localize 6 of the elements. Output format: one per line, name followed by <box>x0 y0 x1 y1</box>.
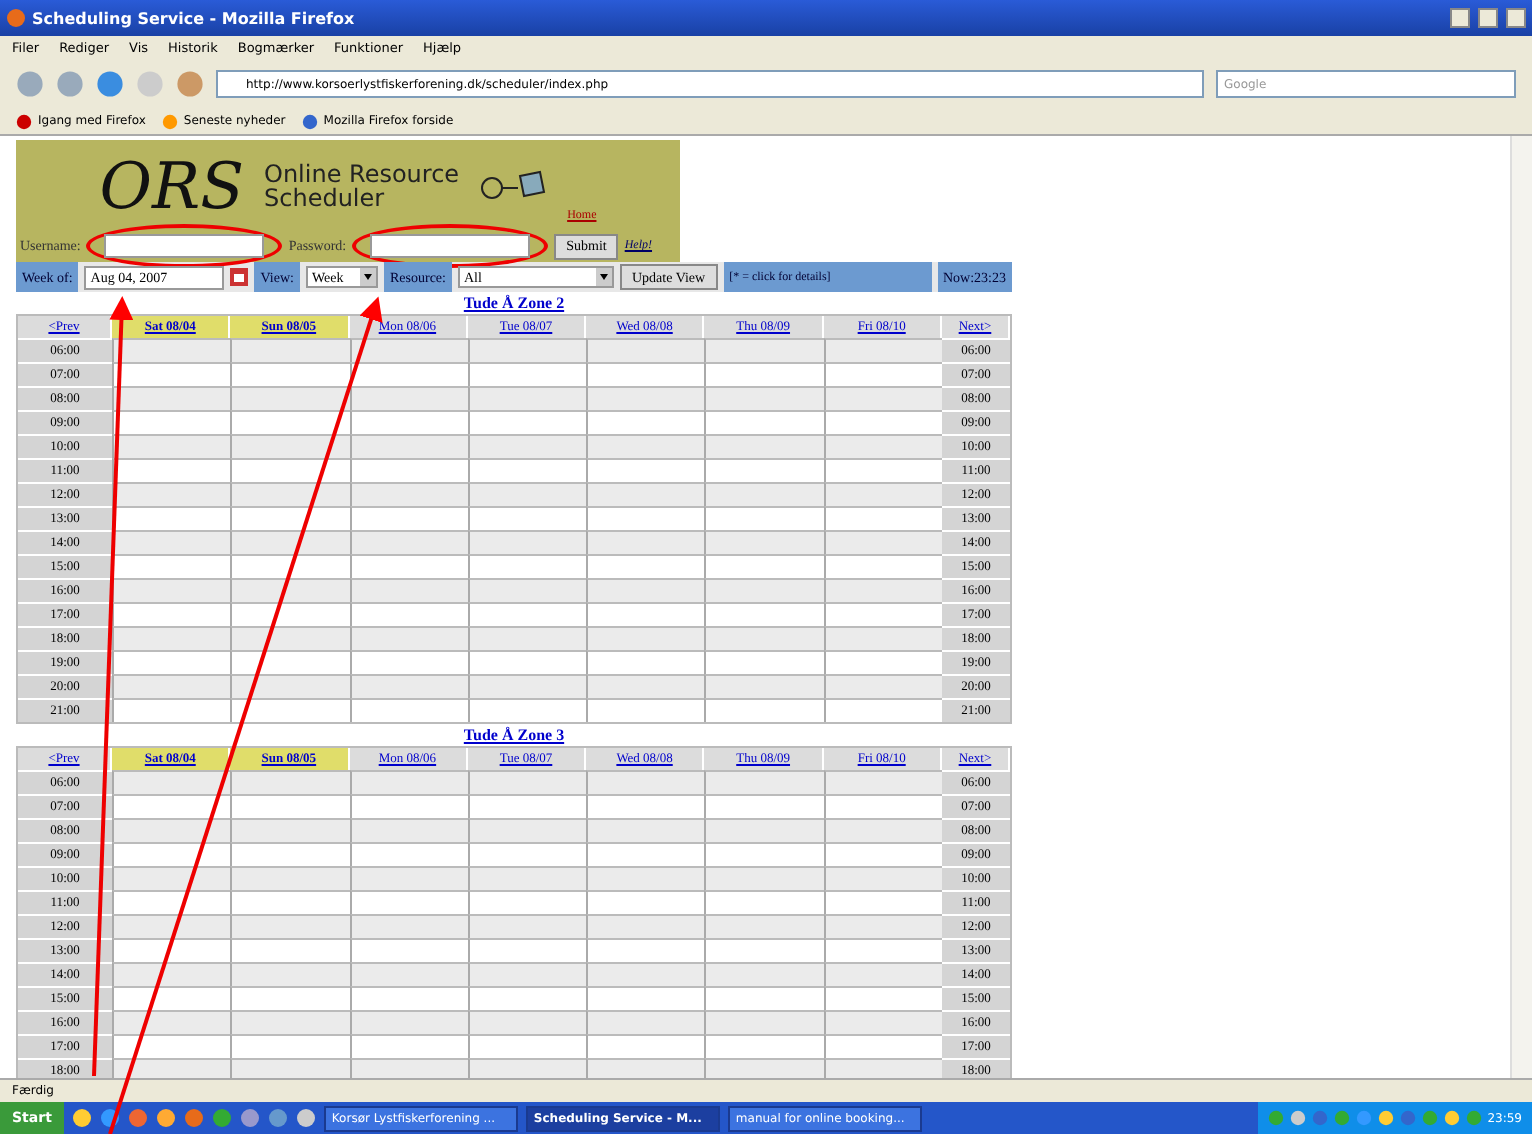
banner-title: Scheduler <box>264 185 387 209</box>
zone-title-link[interactable]: Tude Å Zone 3 <box>16 724 1012 746</box>
zone-title-link[interactable]: Tude Å Zone 2 <box>16 292 1012 314</box>
window-title: Scheduling Service - Mozilla Firefox <box>32 9 357 27</box>
banner-title: Online Resource <box>264 161 460 185</box>
logo: ORS <box>99 147 244 223</box>
